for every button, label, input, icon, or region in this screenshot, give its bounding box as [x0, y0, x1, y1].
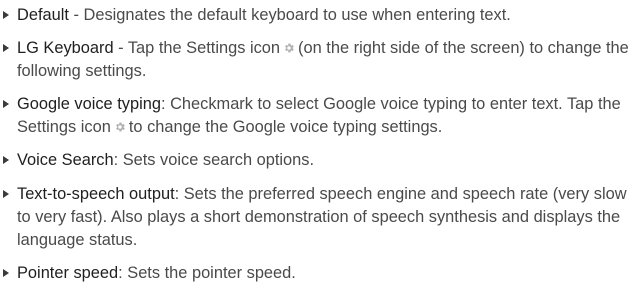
term-label: Google voice typing: [17, 95, 161, 113]
description: - Designates the default keyboard to use…: [68, 6, 511, 24]
list-item-text-to-speech: Text-to-speech output: Sets the preferre…: [3, 183, 631, 252]
term-label: LG Keyboard: [17, 39, 114, 57]
bullet-arrow-icon: [3, 269, 9, 277]
list-item-text: Pointer speed: Sets the pointer speed.: [3, 262, 631, 285]
bullet-arrow-icon: [3, 100, 9, 108]
list-item-default: Default - Designates the default keyboar…: [3, 4, 631, 27]
bullet-arrow-icon: [3, 11, 9, 19]
list-item-text: Default - Designates the default keyboar…: [3, 4, 631, 27]
bullet-arrow-icon: [3, 44, 9, 52]
list-item-text: Voice Search: Sets voice search options.: [3, 149, 631, 172]
list-item-voice-search: Voice Search: Sets voice search options.: [3, 149, 631, 172]
list-item-text: Text-to-speech output: Sets the preferre…: [3, 183, 631, 252]
term-label: Default: [17, 6, 69, 24]
settings-gear-icon: [114, 121, 126, 133]
description: : Sets voice search options.: [113, 151, 315, 169]
description: - Tap the Settings icon: [113, 39, 281, 57]
term-label: Text-to-speech output: [17, 185, 175, 203]
list-item-pointer-speed: Pointer speed: Sets the pointer speed.: [3, 262, 631, 285]
term-label: Pointer speed: [17, 264, 119, 282]
list-item-google-voice-typing: Google voice typing: Checkmark to select…: [3, 93, 631, 139]
term-label: Voice Search: [17, 151, 114, 169]
bullet-arrow-icon: [3, 190, 9, 198]
list-item-text: LG Keyboard - Tap the Settings icon (on t…: [3, 37, 631, 83]
list-item-text: Google voice typing: Checkmark to select…: [3, 93, 631, 139]
bullet-arrow-icon: [3, 156, 9, 164]
description: : Sets the pointer speed.: [118, 264, 296, 282]
settings-gear-icon: [283, 42, 295, 54]
description: to change the Google voice typing settin…: [128, 118, 443, 136]
list-item-lg-keyboard: LG Keyboard - Tap the Settings icon (on t…: [3, 37, 631, 83]
